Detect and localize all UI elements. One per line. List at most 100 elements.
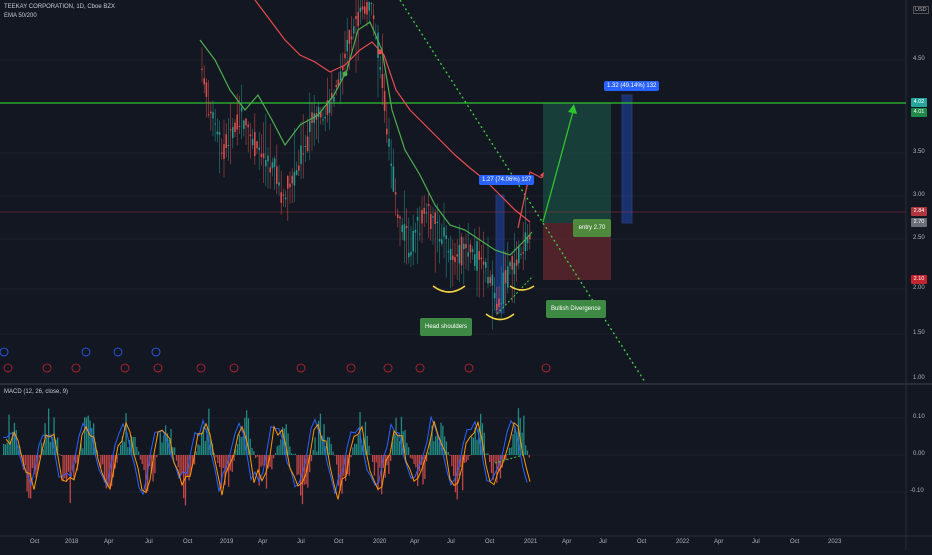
- ema-cross-marker-bull[interactable]: [342, 71, 348, 77]
- histogram-bar: [292, 454, 295, 455]
- candle-body: [500, 303, 502, 305]
- candle-body: [425, 212, 428, 214]
- candle-body: [480, 257, 483, 260]
- histogram-bar: [453, 455, 455, 477]
- currency-label[interactable]: USD: [913, 6, 929, 14]
- candle-body: [399, 216, 401, 219]
- time-tick: Apr: [410, 539, 420, 545]
- bullish-divergence-label[interactable]: Bullish Divergence: [546, 300, 606, 318]
- histogram-bar: [422, 455, 424, 485]
- histogram-bar: [510, 447, 512, 455]
- time-tick: Jul: [752, 539, 760, 545]
- candle-body: [269, 167, 271, 173]
- histogram-bar: [310, 455, 313, 462]
- histogram-bar: [184, 455, 187, 506]
- candle-body: [265, 160, 267, 167]
- histogram-bar: [330, 443, 332, 455]
- histogram-bar: [456, 455, 458, 500]
- histogram-bar: [368, 445, 370, 455]
- candle-body: [254, 131, 256, 157]
- candle-body: [357, 11, 359, 27]
- candle-body: [498, 298, 500, 307]
- candle-body: [394, 192, 397, 195]
- histogram-bar: [183, 455, 185, 499]
- ema-cross-marker-bear[interactable]: [377, 49, 383, 55]
- candle-body: [388, 138, 390, 147]
- candle-body: [309, 120, 311, 133]
- candle-body: [218, 132, 221, 135]
- candle-body: [493, 293, 496, 299]
- histogram-bar: [60, 455, 62, 456]
- histogram-bar: [390, 455, 392, 461]
- histogram-bar: [366, 435, 368, 455]
- candle-body: [298, 165, 300, 171]
- price-tag-level[interactable]: 2.84: [911, 207, 927, 216]
- macd-tick: -0.10: [910, 488, 924, 494]
- histogram-bar: [406, 442, 408, 455]
- candle-body: [487, 277, 489, 284]
- candle-body: [482, 261, 485, 265]
- candle-body: [339, 71, 342, 81]
- time-tick: Oct: [183, 539, 193, 545]
- histogram-bar: [84, 417, 86, 455]
- trading-chart[interactable]: TEEKAY CORPORATION, 1D, Cboe BZX EMA 50/…: [0, 0, 932, 550]
- histogram-bar: [370, 454, 372, 455]
- chart-canvas[interactable]: [0, 0, 932, 550]
- price-tag-ema[interactable]: 4.01: [911, 108, 927, 117]
- candle-body: [438, 239, 441, 242]
- target-zone[interactable]: [543, 103, 611, 223]
- histogram-bar: [58, 454, 61, 455]
- candle-body: [262, 153, 265, 159]
- histogram-bar: [388, 455, 390, 474]
- histogram-bar: [125, 413, 127, 455]
- histogram-bar: [177, 455, 179, 468]
- entry-label[interactable]: entry 2.70: [573, 219, 611, 237]
- histogram-bar: [87, 415, 89, 455]
- target-measure-label[interactable]: 1.32 (49.14%) 132: [604, 81, 660, 91]
- histogram-bar: [31, 455, 34, 468]
- price-tick: 4.50: [913, 56, 925, 62]
- price-tag-resistance[interactable]: 4.02: [911, 98, 927, 107]
- histogram-bar: [471, 436, 473, 455]
- time-tick: 2018: [65, 539, 79, 545]
- histogram-bar: [120, 444, 122, 455]
- histogram-bar: [312, 449, 314, 455]
- candle-body: [381, 74, 384, 89]
- rise-measure-label[interactable]: 1.27 (74.06%) 127: [479, 175, 535, 185]
- time-tick: 2022: [676, 539, 690, 545]
- candle-body: [414, 229, 417, 233]
- candle-body: [300, 145, 302, 165]
- price-tag-stop[interactable]: 2.10: [911, 275, 927, 284]
- target-range-bar[interactable]: [621, 94, 633, 224]
- head-shoulders-label[interactable]: Head shoulders: [420, 318, 473, 336]
- candle-body: [383, 91, 386, 111]
- candle-body: [522, 252, 524, 254]
- price-tag-last[interactable]: 2.70: [911, 218, 927, 227]
- candle-body: [416, 216, 419, 221]
- histogram-bar: [204, 441, 206, 455]
- macd-title[interactable]: MACD (12, 26, close, 9): [4, 389, 68, 395]
- indicator-title[interactable]: EMA 50/200: [4, 13, 37, 19]
- histogram-bar: [379, 455, 381, 468]
- time-tick: Jul: [447, 539, 455, 545]
- candle-body: [322, 119, 324, 121]
- candle-body: [273, 158, 276, 167]
- histogram-bar: [372, 455, 374, 462]
- histogram-bar: [409, 455, 412, 458]
- candle-body: [392, 166, 395, 192]
- time-tick: Apr: [714, 539, 724, 545]
- time-tick: 2021: [524, 539, 538, 545]
- histogram-bar: [485, 453, 487, 455]
- histogram-bar: [217, 455, 219, 464]
- histogram-bar: [174, 447, 176, 455]
- candle-body: [210, 111, 212, 114]
- histogram-bar: [341, 455, 343, 494]
- candle-body: [232, 127, 234, 139]
- histogram-bar: [219, 455, 221, 468]
- candle-body: [454, 257, 456, 263]
- histogram-bar: [85, 417, 88, 455]
- candle-body: [370, 2, 373, 4]
- candle-body: [436, 221, 439, 223]
- histogram-bar: [42, 449, 44, 455]
- time-tick: Oct: [790, 539, 800, 545]
